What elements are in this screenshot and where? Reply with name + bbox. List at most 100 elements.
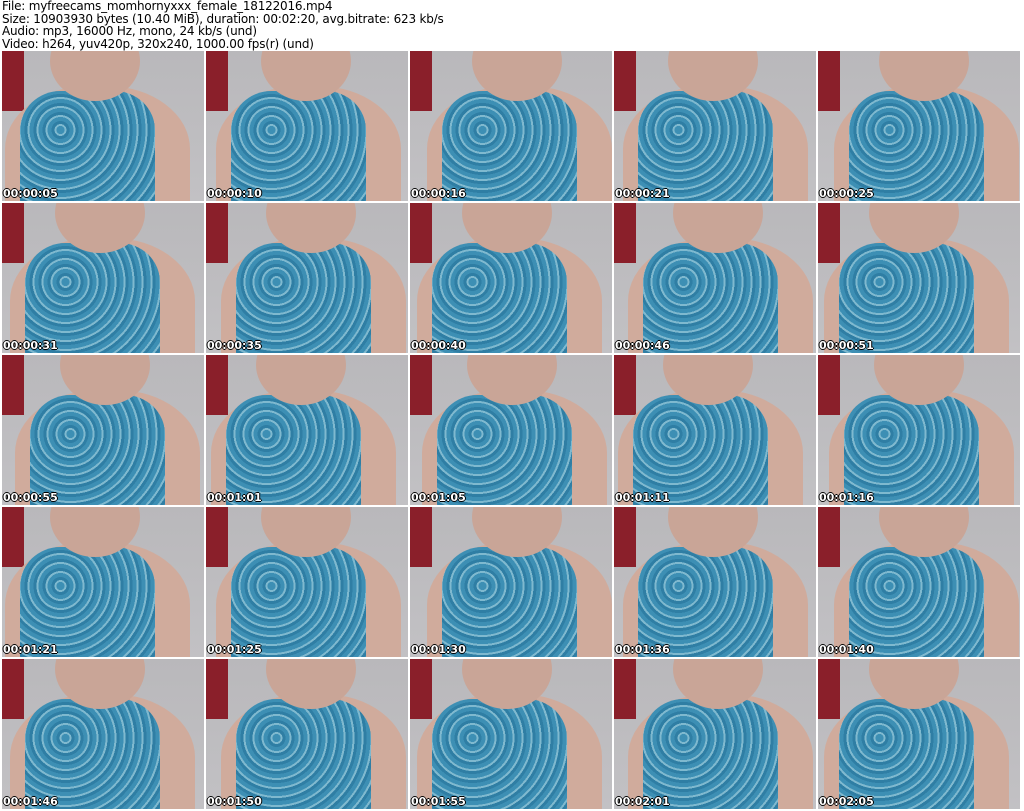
video-thumbnail: 00:00:55: [2, 355, 204, 505]
video-thumbnail: 00:01:11: [614, 355, 816, 505]
video-thumbnail: 00:02:01: [614, 659, 816, 809]
video-thumbnail: 00:01:36: [614, 507, 816, 657]
video-thumbnail: 00:00:05: [2, 51, 204, 201]
thumbnail-image-detail: [236, 699, 371, 809]
thumbnail-image-detail: [442, 547, 577, 657]
thumbnail-image-detail: [25, 699, 160, 809]
timestamp: 00:01:55: [411, 795, 466, 808]
video-thumbnail: 00:02:05: [818, 659, 1020, 809]
thumbnail-image-detail: [633, 395, 768, 505]
curtain: [2, 51, 24, 111]
video-info: Video: h264, yuv420p, 320x240, 1000.00 f…: [2, 36, 314, 51]
video-thumbnail: 00:00:16: [410, 51, 612, 201]
curtain: [410, 507, 432, 567]
timestamp: 00:00:16: [411, 187, 466, 200]
curtain: [410, 659, 432, 719]
thumbnail-image-detail: [849, 547, 984, 657]
curtain: [614, 355, 636, 415]
video-thumbnail: 00:00:46: [614, 203, 816, 353]
thumbnail-image-detail: [231, 547, 366, 657]
curtain: [206, 355, 228, 415]
timestamp: 00:01:46: [3, 795, 58, 808]
video-thumbnail: 00:01:21: [2, 507, 204, 657]
video-thumbnail: 00:01:05: [410, 355, 612, 505]
timestamp: 00:02:05: [819, 795, 874, 808]
curtain: [2, 355, 24, 415]
thumbnail-image-detail: [20, 91, 155, 201]
curtain: [2, 659, 24, 719]
timestamp: 00:01:05: [411, 491, 466, 504]
timestamp: 00:00:46: [615, 339, 670, 352]
timestamp: 00:00:25: [819, 187, 874, 200]
timestamp: 00:01:21: [3, 643, 58, 656]
thumbnail-image-detail: [442, 91, 577, 201]
timestamp: 00:01:25: [207, 643, 262, 656]
thumbnail-image-detail: [30, 395, 165, 505]
curtain: [206, 203, 228, 263]
video-thumbnail: 00:00:51: [818, 203, 1020, 353]
video-thumbnail: 00:00:21: [614, 51, 816, 201]
curtain: [818, 203, 840, 263]
timestamp: 00:00:55: [3, 491, 58, 504]
thumbnail-image-detail: [638, 547, 773, 657]
timestamp: 00:01:36: [615, 643, 670, 656]
curtain: [614, 507, 636, 567]
video-thumbnail: 00:00:31: [2, 203, 204, 353]
curtain: [206, 659, 228, 719]
curtain: [410, 355, 432, 415]
curtain: [410, 51, 432, 111]
timestamp: 00:00:05: [3, 187, 58, 200]
file-info: File: myfreecams_momhornyxxx_female_1812…: [2, 0, 444, 50]
timestamp: 00:00:21: [615, 187, 670, 200]
timestamp: 00:01:16: [819, 491, 874, 504]
thumbnail-image-detail: [839, 699, 974, 809]
timestamp: 00:01:01: [207, 491, 262, 504]
audio-info: Audio: mp3, 16000 Hz, mono, 24 kb/s (und…: [2, 24, 257, 38]
curtain: [206, 51, 228, 111]
timestamp: 00:00:10: [207, 187, 262, 200]
timestamp: 00:01:40: [819, 643, 874, 656]
video-thumbnail: 00:00:35: [206, 203, 408, 353]
timestamp: 00:00:40: [411, 339, 466, 352]
curtain: [818, 507, 840, 567]
video-thumbnail: 00:01:46: [2, 659, 204, 809]
thumbnail-image-detail: [839, 243, 974, 353]
curtain: [614, 659, 636, 719]
video-thumbnail: 00:01:25: [206, 507, 408, 657]
timestamp: 00:00:35: [207, 339, 262, 352]
thumbnail-image-detail: [20, 547, 155, 657]
curtain: [818, 659, 840, 719]
curtain: [410, 203, 432, 263]
video-thumbnail: 00:00:40: [410, 203, 612, 353]
video-thumbnail: 00:00:25: [818, 51, 1020, 201]
video-thumbnail: 00:00:10: [206, 51, 408, 201]
video-thumbnail: 00:01:40: [818, 507, 1020, 657]
thumbnail-image-detail: [643, 243, 778, 353]
thumbnail-image-detail: [849, 91, 984, 201]
thumbnail-grid: 00:00:05 00:00:10 00:00:16 00:00:21 00:00:25…: [2, 51, 1020, 809]
video-thumbnail: 00:01:50: [206, 659, 408, 809]
thumbnail-image-detail: [432, 243, 567, 353]
curtain: [614, 51, 636, 111]
thumbnail-image-detail: [236, 243, 371, 353]
curtain: [2, 203, 24, 263]
curtain: [206, 507, 228, 567]
thumbnail-image-detail: [231, 91, 366, 201]
video-thumbnail: 00:01:55: [410, 659, 612, 809]
video-thumbnail: 00:01:30: [410, 507, 612, 657]
thumbnail-image-detail: [226, 395, 361, 505]
video-thumbnail: 00:01:01: [206, 355, 408, 505]
thumbnail-image-detail: [638, 91, 773, 201]
curtain: [818, 51, 840, 111]
timestamp: 00:01:50: [207, 795, 262, 808]
thumbnail-image-detail: [25, 243, 160, 353]
thumbnail-image-detail: [844, 395, 979, 505]
timestamp: 00:02:01: [615, 795, 670, 808]
curtain: [2, 507, 24, 567]
timestamp: 00:00:51: [819, 339, 874, 352]
video-thumbnail: 00:01:16: [818, 355, 1020, 505]
curtain: [614, 203, 636, 263]
timestamp: 00:01:30: [411, 643, 466, 656]
timestamp: 00:00:31: [3, 339, 58, 352]
curtain: [818, 355, 840, 415]
